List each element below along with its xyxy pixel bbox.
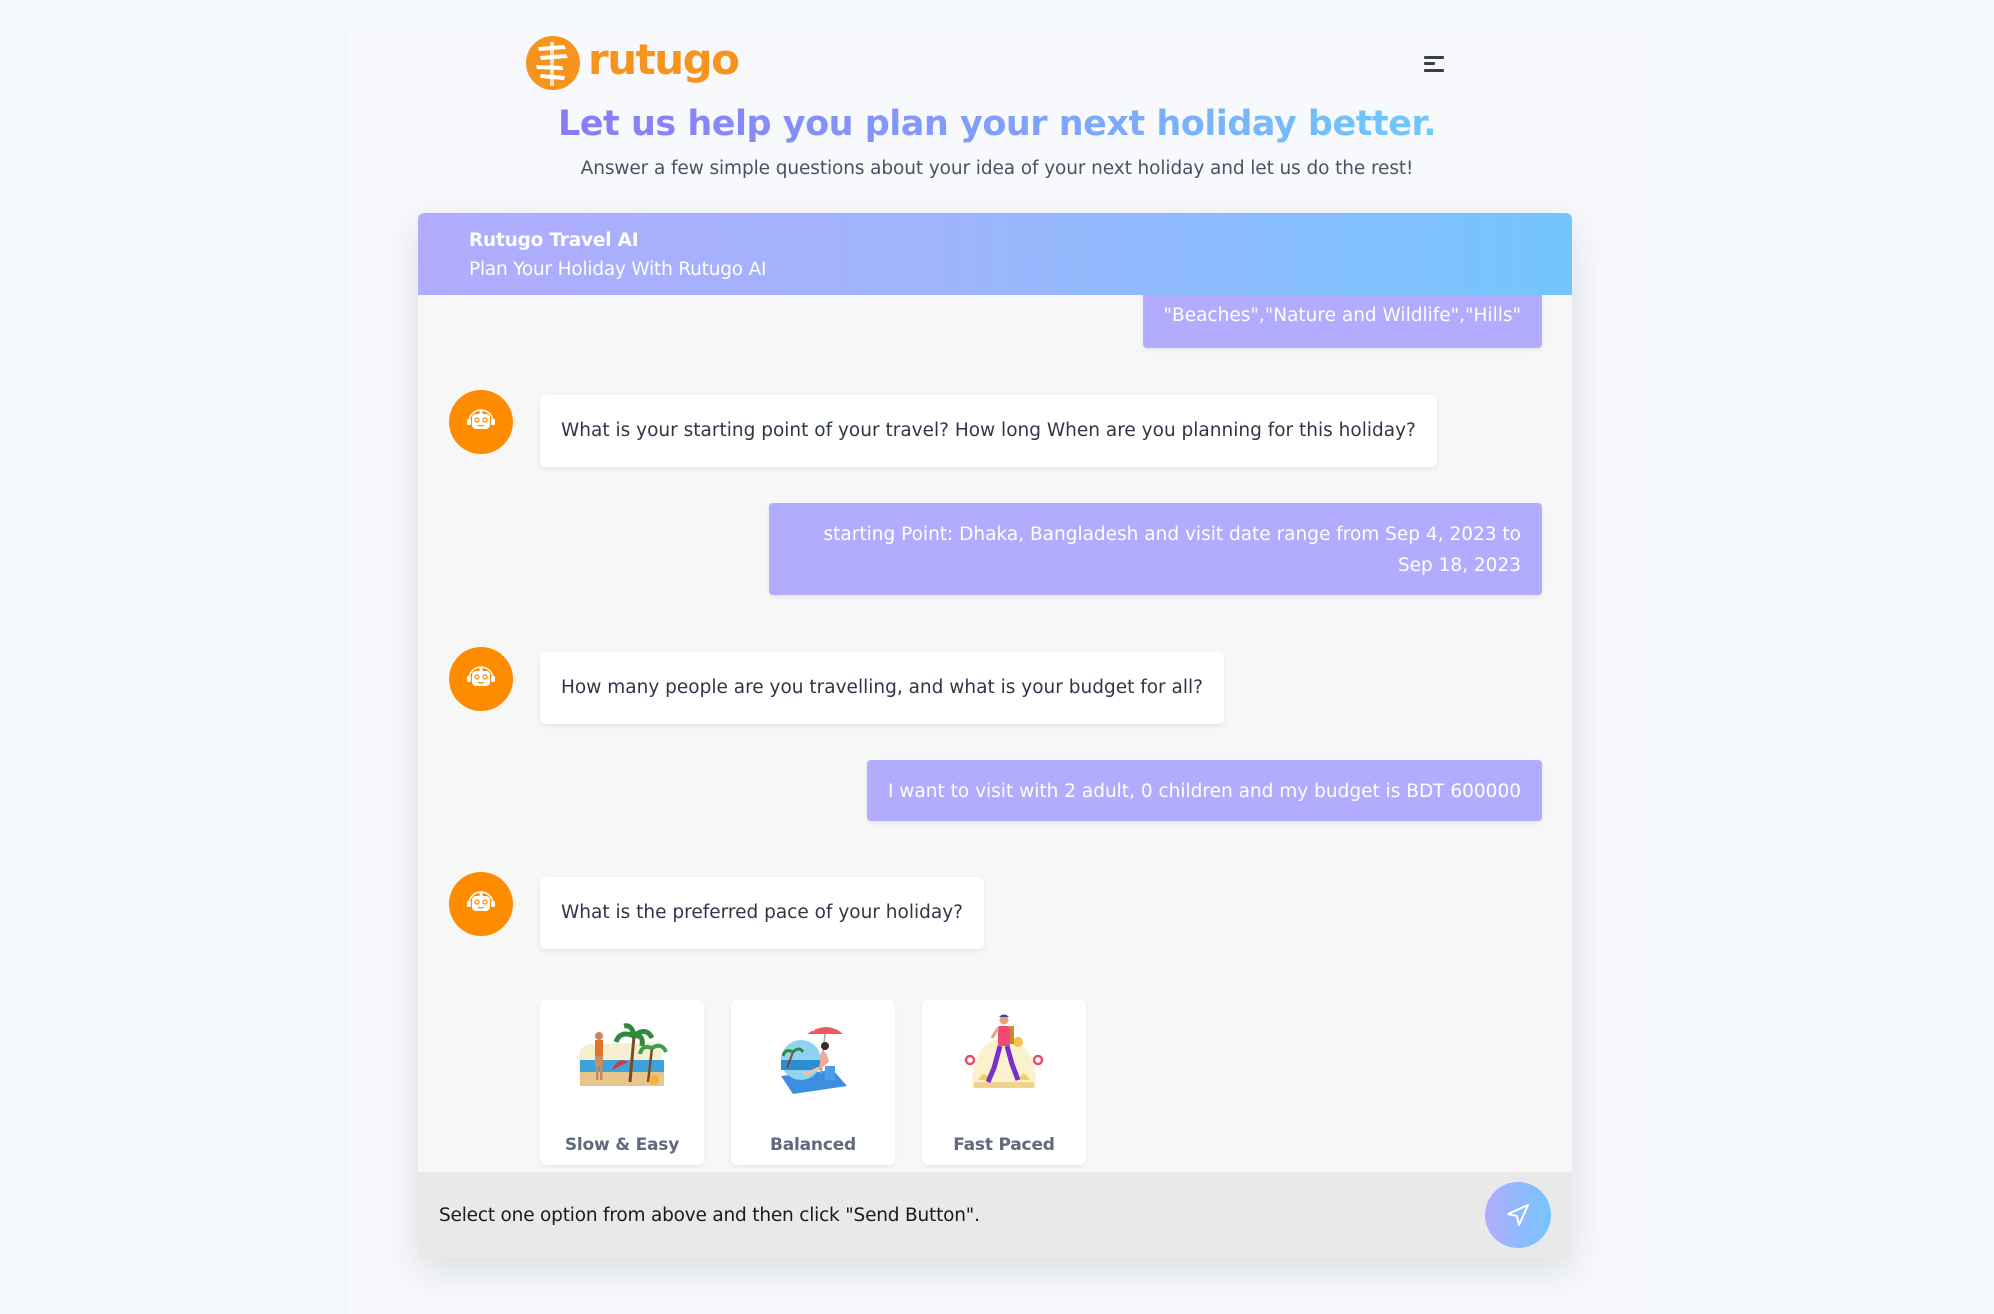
bot-avatar: [449, 872, 513, 936]
send-button[interactable]: [1485, 1182, 1551, 1248]
message-text: "Beaches","Nature and Wildlife","Hills": [1163, 305, 1522, 326]
robot-icon: [467, 666, 495, 686]
chat-panel: Rutugo Travel AI Plan Your Holiday With …: [418, 213, 1572, 1258]
user-message: starting Point: Dhaka, Bangladesh and vi…: [769, 503, 1542, 595]
bot-message: What is the preferred pace of your holid…: [540, 877, 984, 949]
pace-options: Slow & Easy Balanced Fast Paced: [540, 1000, 1086, 1165]
robot-icon: [467, 891, 495, 911]
send-icon: [1507, 1204, 1529, 1226]
brand-logo[interactable]: rutugo: [526, 35, 740, 91]
message-text: How many people are you travelling, and …: [561, 677, 1203, 698]
chat-title: Rutugo Travel AI: [469, 230, 639, 251]
message-input-bar: [418, 1172, 1572, 1258]
option-label: Fast Paced: [953, 1135, 1055, 1155]
option-label: Balanced: [769, 1135, 856, 1155]
chat-header: Rutugo Travel AI Plan Your Holiday With …: [418, 213, 1572, 295]
option-card-fast-paced[interactable]: Fast Paced: [922, 1000, 1086, 1165]
chat-subtitle: Plan Your Holiday With Rutugo AI: [469, 259, 767, 280]
walking-traveler-illustration: [964, 1014, 1044, 1088]
signpost-icon: [526, 36, 580, 90]
user-message: I want to visit with 2 adult, 0 children…: [866, 760, 1542, 821]
hamburger-menu-icon-line: [1424, 62, 1435, 65]
brand-wordmark: rutugo: [588, 35, 740, 84]
message-text-line: Sep 18, 2023: [1397, 555, 1521, 576]
chat-messages[interactable]: "Beaches","Nature and Wildlife","Hills" …: [418, 213, 1572, 1172]
message-text: What is your starting point of your trav…: [561, 420, 1416, 441]
bot-avatar: [449, 390, 513, 454]
beach-relax-illustration: [578, 1023, 668, 1086]
hamburger-menu-button[interactable]: [1418, 50, 1450, 78]
beach-umbrella-illustration: [781, 1022, 847, 1094]
bot-message: How many people are you travelling, and …: [540, 652, 1224, 724]
message-text: I want to visit with 2 adult, 0 children…: [887, 781, 1521, 802]
hero-title: Let us help you plan your next holiday b…: [0, 104, 1994, 144]
message-text: What is the preferred pace of your holid…: [561, 902, 963, 923]
bot-avatar: [449, 647, 513, 711]
message-input[interactable]: [439, 1194, 1479, 1236]
hamburger-menu-icon: [1424, 56, 1444, 59]
option-label: Slow & Easy: [564, 1135, 680, 1155]
option-card-balanced[interactable]: Balanced: [731, 1000, 895, 1165]
hamburger-menu-icon-line: [1424, 69, 1444, 72]
option-card-slow-easy[interactable]: Slow & Easy: [540, 1000, 704, 1165]
hero-subtitle: Answer a few simple questions about your…: [580, 158, 1414, 179]
robot-icon: [467, 409, 495, 429]
hero-title-text: Let us help you plan your next holiday b…: [558, 104, 1437, 144]
bot-message: What is your starting point of your trav…: [540, 395, 1437, 467]
message-text-line: starting Point: Dhaka, Bangladesh and vi…: [823, 524, 1521, 545]
